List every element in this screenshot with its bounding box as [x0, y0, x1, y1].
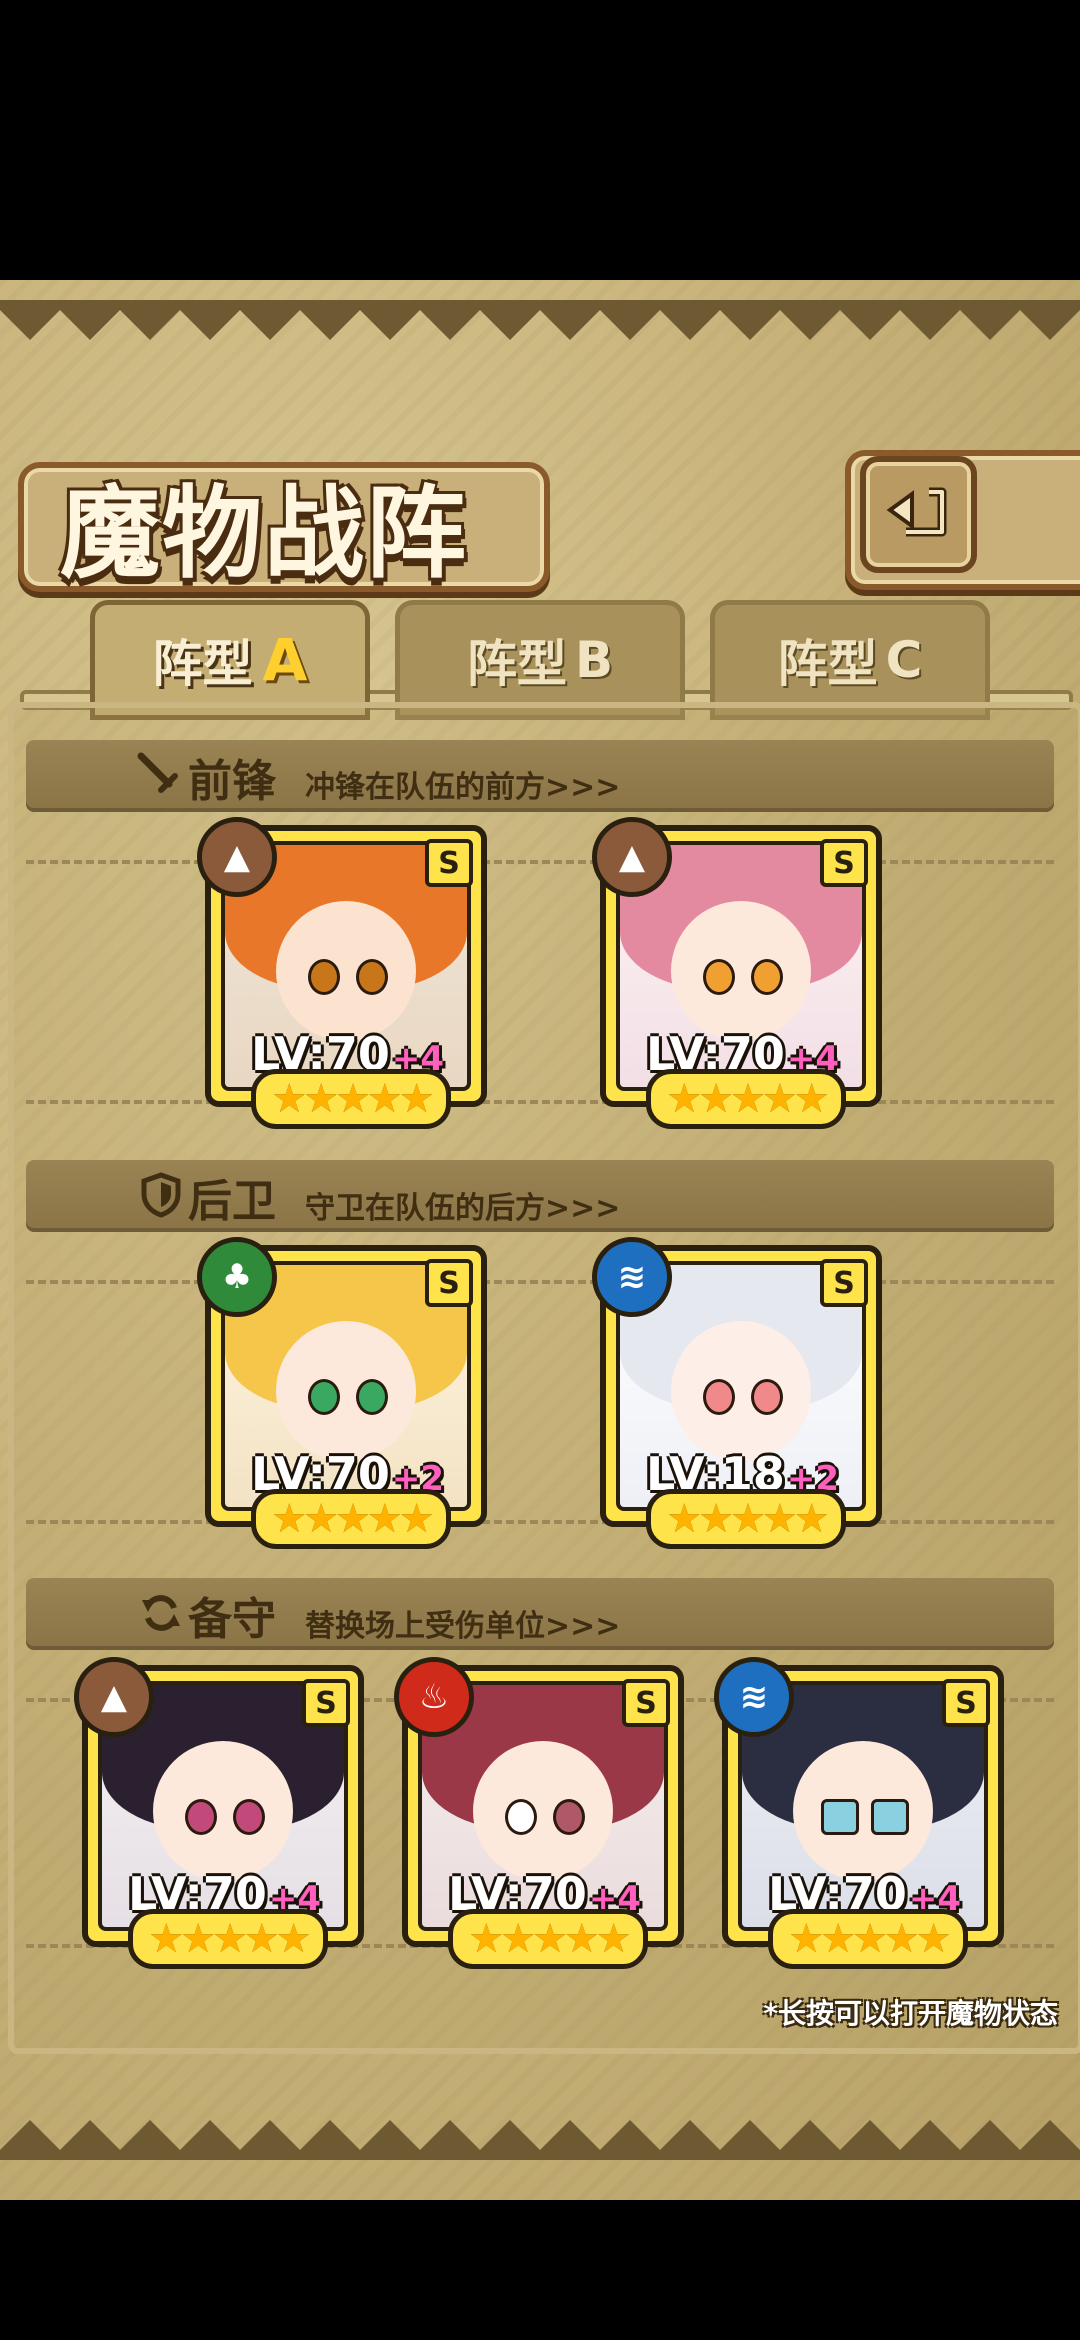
monster-card-rear-2[interactable]: S ≋ LV:18+2 ★★★★★: [592, 1237, 882, 1549]
eye: [751, 958, 783, 995]
star-rating: ★★★★★: [768, 1909, 968, 1969]
tab-label: 阵型: [152, 635, 253, 693]
monster-card-rear-1[interactable]: S ♣ LV:70+2 ★★★★★: [197, 1237, 487, 1549]
eye: [308, 1378, 340, 1415]
face: [793, 1740, 933, 1881]
water-element-icon: ≋: [714, 1657, 794, 1737]
swap-icon: [142, 1595, 180, 1631]
tab-label: 阵型: [466, 635, 567, 693]
eye: [703, 958, 735, 995]
shield-icon: [141, 1172, 181, 1218]
monster-card-front-1[interactable]: S ▲ LV:70+4 ★★★★★: [197, 817, 487, 1129]
wind-element-icon: ♣: [197, 1237, 277, 1317]
star-rating: ★★★★★: [251, 1069, 451, 1129]
grade-badge: S: [425, 1259, 473, 1307]
eye: [553, 1798, 585, 1835]
return-icon: [886, 487, 946, 536]
eye-patch: [505, 1798, 537, 1835]
earth-element-icon: ▲: [74, 1657, 154, 1737]
eye: [356, 1378, 388, 1415]
face: [671, 1320, 811, 1461]
face: [276, 900, 416, 1041]
monster-card-reserve-3[interactable]: S ≋ LV:70+4 ★★★★★: [714, 1657, 1004, 1969]
page-title: 魔物战阵: [60, 474, 468, 592]
grade-badge: S: [820, 839, 868, 887]
water-element-icon: ≋: [592, 1237, 672, 1317]
eye: [308, 958, 340, 995]
monster-card-reserve-1[interactable]: S ▲ LV:70+4 ★★★★★: [74, 1657, 364, 1969]
long-press-hint: *长按可以打开魔物状态: [763, 1997, 1058, 2030]
grade-badge: S: [942, 1679, 990, 1727]
divider: [26, 1280, 1054, 1284]
face: [276, 1320, 416, 1461]
grade-badge: S: [302, 1679, 350, 1727]
face: [153, 1740, 293, 1881]
star-rating: ★★★★★: [448, 1909, 648, 1969]
star-rating: ★★★★★: [646, 1069, 846, 1129]
tab-label: 阵型: [777, 635, 878, 693]
glasses-lens: [821, 1798, 859, 1835]
monster-card-reserve-2[interactable]: S ♨ LV:70+4 ★★★★★: [394, 1657, 684, 1969]
divider: [26, 860, 1054, 864]
eye: [356, 958, 388, 995]
face: [671, 900, 811, 1041]
fire-element-icon: ♨: [394, 1657, 474, 1737]
eye: [233, 1798, 265, 1835]
eye: [751, 1378, 783, 1415]
grade-badge: S: [622, 1679, 670, 1727]
star-rating: ★★★★★: [251, 1489, 451, 1549]
grade-badge: S: [425, 839, 473, 887]
face: [473, 1740, 613, 1881]
monster-card-front-2[interactable]: S ▲ LV:70+4 ★★★★★: [592, 817, 882, 1129]
star-rating: ★★★★★: [128, 1909, 328, 1969]
tab-letter: B: [574, 631, 614, 689]
section-reserve-title: 备守: [188, 1594, 276, 1645]
divider: [26, 1100, 1054, 1104]
divider: [26, 1520, 1054, 1524]
earth-element-icon: ▲: [197, 817, 277, 897]
tab-letter: C: [885, 631, 923, 689]
zigzag-top-edge: [0, 300, 1080, 340]
earth-element-icon: ▲: [592, 817, 672, 897]
section-rear-title: 后卫: [188, 1176, 276, 1227]
eye: [703, 1378, 735, 1415]
section-front-desc: 冲锋在队伍的前方>>>: [305, 770, 621, 805]
section-rear-desc: 守卫在队伍的后方>>>: [305, 1191, 621, 1226]
glasses-lens: [871, 1798, 909, 1835]
tab-letter: A: [262, 626, 308, 694]
section-front-title: 前锋: [188, 756, 276, 807]
back-button[interactable]: [860, 456, 977, 573]
zigzag-bottom-edge: [0, 2120, 1080, 2160]
section-reserve-desc: 替换场上受伤单位>>>: [305, 1609, 621, 1644]
star-rating: ★★★★★: [646, 1489, 846, 1549]
sword-icon: [137, 752, 178, 793]
grade-badge: S: [820, 1259, 868, 1307]
eye: [185, 1798, 217, 1835]
